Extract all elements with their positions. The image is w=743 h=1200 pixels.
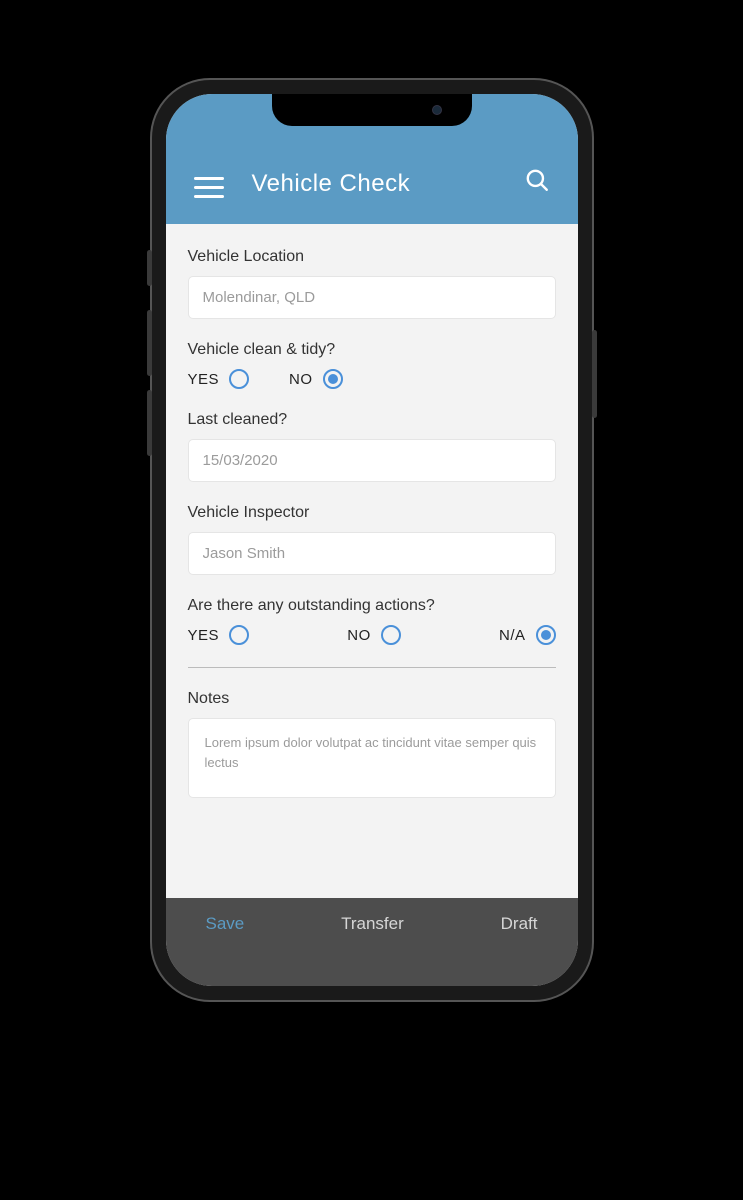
radio-label: N/A <box>499 627 526 644</box>
page-title: Vehicle Check <box>252 170 496 198</box>
radio-icon <box>323 369 343 389</box>
phone-frame: Vehicle Check Vehicle Location Vehicle c… <box>152 80 592 1000</box>
phone-notch <box>272 94 472 126</box>
field-label: Last cleaned? <box>188 411 556 429</box>
radio-group-clean: YES NO <box>188 369 556 389</box>
field-label: Vehicle Location <box>188 248 556 266</box>
radio-clean-no[interactable]: NO <box>289 369 343 389</box>
side-button <box>592 330 597 418</box>
radio-label: NO <box>347 627 371 644</box>
radio-outstanding-yes[interactable]: YES <box>188 625 250 645</box>
footer-bar: Save Transfer Draft <box>166 898 578 986</box>
search-icon[interactable] <box>524 167 550 198</box>
form-content: Vehicle Location Vehicle clean & tidy? Y… <box>166 224 578 898</box>
field-vehicle-clean: Vehicle clean & tidy? YES NO <box>188 341 556 389</box>
draft-button[interactable]: Draft <box>501 914 538 934</box>
radio-label: NO <box>289 371 313 388</box>
save-button[interactable]: Save <box>206 914 245 934</box>
radio-outstanding-no[interactable]: NO <box>347 625 401 645</box>
field-label: Vehicle Inspector <box>188 504 556 522</box>
field-last-cleaned: Last cleaned? <box>188 411 556 482</box>
field-label: Notes <box>188 690 556 708</box>
field-notes: Notes <box>188 690 556 803</box>
field-vehicle-location: Vehicle Location <box>188 248 556 319</box>
inspector-input[interactable] <box>188 532 556 575</box>
radio-label: YES <box>188 371 220 388</box>
field-inspector: Vehicle Inspector <box>188 504 556 575</box>
divider <box>188 667 556 668</box>
radio-icon <box>381 625 401 645</box>
notes-textarea[interactable] <box>188 718 556 798</box>
field-outstanding: Are there any outstanding actions? YES N… <box>188 597 556 645</box>
radio-outstanding-na[interactable]: N/A <box>499 625 556 645</box>
radio-label: YES <box>188 627 220 644</box>
side-button <box>147 250 152 286</box>
vehicle-location-input[interactable] <box>188 276 556 319</box>
radio-group-outstanding: YES NO N/A <box>188 625 556 645</box>
side-button <box>147 390 152 456</box>
camera-dot <box>432 105 442 115</box>
radio-icon <box>229 625 249 645</box>
side-button <box>147 310 152 376</box>
radio-clean-yes[interactable]: YES <box>188 369 250 389</box>
last-cleaned-input[interactable] <box>188 439 556 482</box>
radio-icon <box>229 369 249 389</box>
menu-icon[interactable] <box>194 177 224 198</box>
field-label: Are there any outstanding actions? <box>188 597 556 615</box>
phone-screen: Vehicle Check Vehicle Location Vehicle c… <box>166 94 578 986</box>
transfer-button[interactable]: Transfer <box>341 914 404 934</box>
radio-icon <box>536 625 556 645</box>
field-label: Vehicle clean & tidy? <box>188 341 556 359</box>
